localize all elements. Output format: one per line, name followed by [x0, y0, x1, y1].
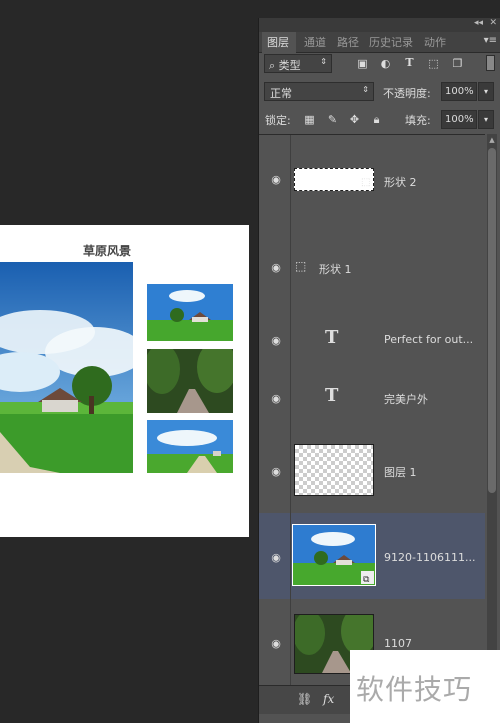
- lock-row: 锁定: ▦ ✎ ✥ 🔒︎ 填充: 100% ▾: [259, 110, 500, 130]
- eye-icon[interactable]: ◉: [269, 637, 283, 650]
- layer-row[interactable]: ◉ T Perfect for out...: [259, 311, 485, 370]
- text-layer-icon: T: [325, 385, 339, 406]
- type-filter-icon[interactable]: T: [403, 56, 416, 69]
- panel-title-bar: ◂◂ ✕: [259, 18, 500, 32]
- link-layers-icon[interactable]: ⛓: [297, 692, 312, 706]
- divider: [290, 369, 291, 427]
- chevron-updown-icon: ⇕: [362, 85, 369, 94]
- tab-channels[interactable]: 通道: [304, 34, 326, 50]
- layer-name: 1107: [384, 637, 412, 650]
- search-icon: ⌕: [269, 59, 276, 72]
- shape-icon: ⬚: [295, 259, 307, 273]
- canvas-document[interactable]: 草原风景: [0, 225, 249, 537]
- blend-mode-select[interactable]: 正常 ⇕: [264, 82, 374, 101]
- adjustment-filter-icon[interactable]: ◐: [379, 57, 392, 70]
- opacity-dropdown-icon[interactable]: ▾: [478, 82, 494, 101]
- opacity-label: 不透明度:: [383, 87, 431, 100]
- layer-name: 图层 1: [384, 466, 417, 479]
- lock-position-icon[interactable]: ✥: [348, 113, 361, 126]
- panel-tabs: 图层 通道 路径 历史记录 动作 ▾≡: [259, 32, 500, 53]
- divider: [290, 311, 291, 369]
- layer-row-selected[interactable]: ◉ ⧉ 9120-1106111...: [259, 513, 485, 600]
- layer-row[interactable]: ◉ ⬚ 形状 2: [259, 135, 485, 224]
- layers-panel: ◂◂ ✕ 图层 通道 路径 历史记录 动作 ▾≡ ⌕ 类型 ⇕ ▣ ◐ T ⬚ …: [258, 18, 500, 723]
- lock-transparent-icon[interactable]: ▦: [303, 113, 316, 126]
- thumb-road-image: [147, 420, 233, 473]
- filter-toggle[interactable]: [486, 55, 495, 71]
- watermark-text: 软件技巧: [356, 673, 473, 706]
- eye-icon[interactable]: ◉: [269, 173, 283, 186]
- panel-menu-icon[interactable]: ▾≡: [484, 35, 497, 46]
- blend-mode-value: 正常: [270, 87, 292, 100]
- layer-name: Perfect for out...: [384, 333, 474, 346]
- svg-text:⧉: ⧉: [363, 575, 370, 585]
- filter-value: 类型: [278, 59, 301, 72]
- divider: [290, 427, 291, 513]
- layer-row[interactable]: ◉ 图层 1: [259, 427, 485, 514]
- main-landscape-image: [0, 262, 133, 473]
- tab-layers[interactable]: 图层: [267, 34, 289, 50]
- collapse-icon[interactable]: ◂◂: [474, 18, 483, 28]
- filter-row: ⌕ 类型 ⇕ ▣ ◐ T ⬚ ❐: [259, 54, 500, 76]
- tab-actions[interactable]: 动作: [424, 34, 446, 50]
- divider: [290, 223, 291, 311]
- chevron-updown-icon: ⇕: [320, 57, 327, 66]
- layer-name: 形状 1: [319, 263, 352, 276]
- tab-paths[interactable]: 路径: [337, 34, 359, 50]
- layer-thumbnail: [294, 444, 374, 496]
- layer-row[interactable]: ◉ T 完美户外: [259, 369, 485, 428]
- fx-button[interactable]: fx: [323, 692, 334, 706]
- watermark: 软件技巧: [350, 650, 500, 723]
- text-layer-icon: T: [325, 327, 339, 348]
- layer-name: 完美户外: [384, 393, 428, 406]
- layer-row[interactable]: ◉ ⬚ 形状 1: [259, 223, 485, 312]
- eye-icon[interactable]: ◉: [269, 261, 283, 274]
- layers-scrollbar[interactable]: ▲: [487, 134, 497, 686]
- scroll-up-icon[interactable]: ▲: [488, 136, 496, 144]
- thumb-forest-path-image: [147, 349, 233, 413]
- layer-name: 形状 2: [384, 176, 417, 189]
- tab-history[interactable]: 历史记录: [369, 34, 413, 50]
- divider: [290, 135, 291, 223]
- thumb-meadow-image: [147, 284, 233, 341]
- scroll-thumb[interactable]: [488, 148, 496, 493]
- eye-icon[interactable]: ◉: [269, 334, 283, 347]
- layer-filter-select[interactable]: ⌕ 类型 ⇕: [264, 54, 332, 73]
- doc-title: 草原风景: [83, 244, 132, 258]
- eye-icon[interactable]: ◉: [269, 392, 283, 405]
- lock-label: 锁定:: [265, 114, 291, 127]
- fill-input[interactable]: 100%: [441, 110, 477, 129]
- divider: [290, 599, 291, 687]
- layer-thumbnail: ⧉: [292, 524, 376, 586]
- fill-label: 填充:: [405, 114, 431, 127]
- lock-all-icon[interactable]: 🔒︎: [370, 113, 383, 126]
- lock-paint-icon[interactable]: ✎: [326, 113, 339, 126]
- layers-list: ◉ ⬚ 形状 2 ◉ ⬚ 形状 1 ◉ T Perfect for out...…: [259, 134, 485, 687]
- close-icon[interactable]: ✕: [489, 18, 497, 28]
- eye-icon[interactable]: ◉: [269, 465, 283, 478]
- fill-dropdown-icon[interactable]: ▾: [478, 110, 494, 129]
- shape-filter-icon[interactable]: ⬚: [427, 57, 440, 70]
- eye-icon[interactable]: ◉: [269, 551, 283, 564]
- opacity-input[interactable]: 100%: [441, 82, 477, 101]
- shape-link-icon: ⬚: [361, 177, 371, 188]
- divider: [290, 513, 291, 599]
- layer-name: 9120-1106111...: [384, 551, 476, 564]
- blend-row: 正常 ⇕ 不透明度: 100% ▾: [259, 82, 500, 104]
- image-filter-icon[interactable]: ▣: [356, 57, 369, 70]
- smart-object-filter-icon[interactable]: ❐: [451, 57, 464, 70]
